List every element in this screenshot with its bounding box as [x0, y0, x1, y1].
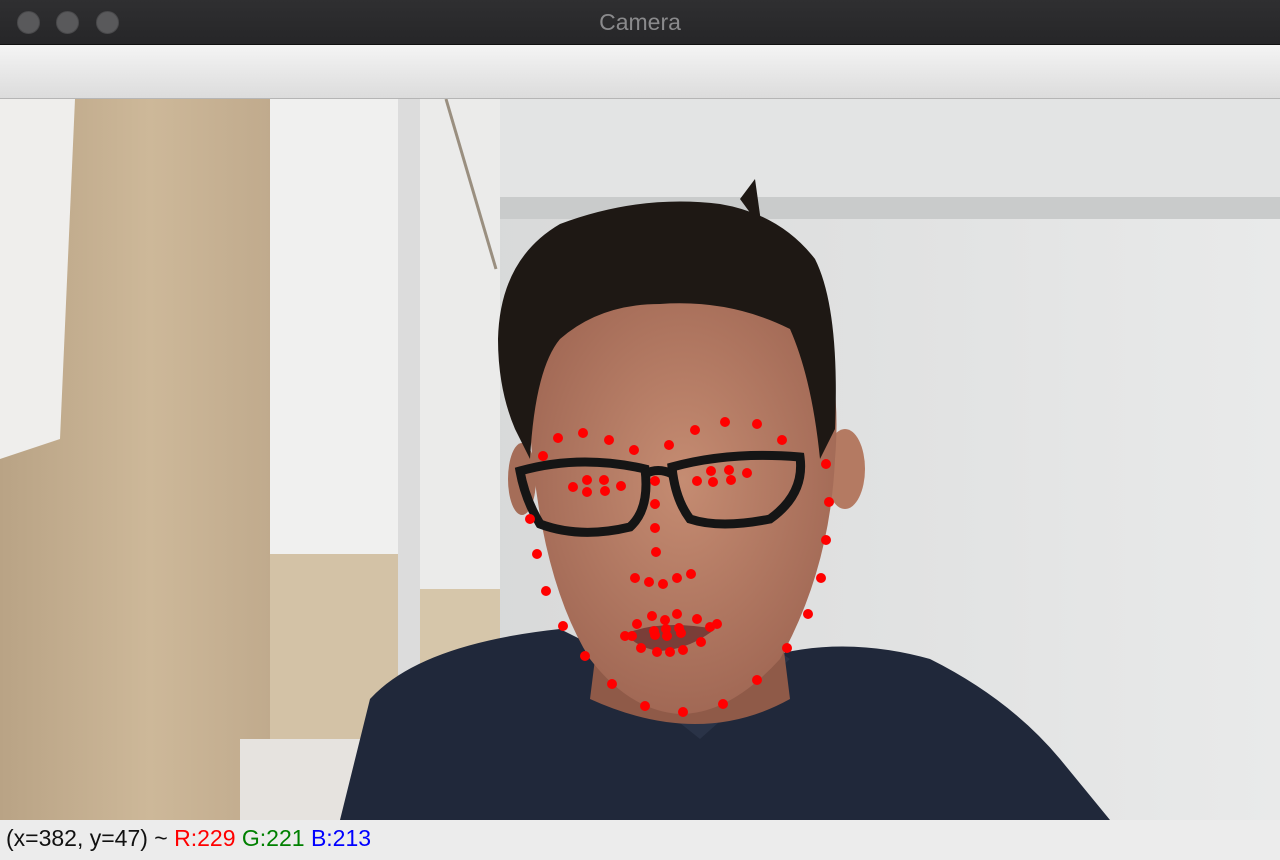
red-value: R:229: [174, 825, 236, 851]
window-title: Camera: [599, 9, 681, 35]
white-door: [270, 99, 420, 554]
camera-feed[interactable]: [0, 99, 1280, 820]
camera-window: Camera (x=382, y=47) ~ R:229 G:221 B:213: [0, 0, 1280, 860]
toolbar: [0, 45, 1280, 99]
green-value: G:221: [241, 825, 305, 851]
cursor-coords: (x=382, y=47) ~: [6, 825, 175, 851]
status-bar: (x=382, y=47) ~ R:229 G:221 B:213: [0, 820, 1280, 860]
title-bar[interactable]: Camera: [0, 0, 1280, 45]
blue-value: B:213: [310, 825, 372, 851]
camera-scene: [0, 99, 1280, 820]
